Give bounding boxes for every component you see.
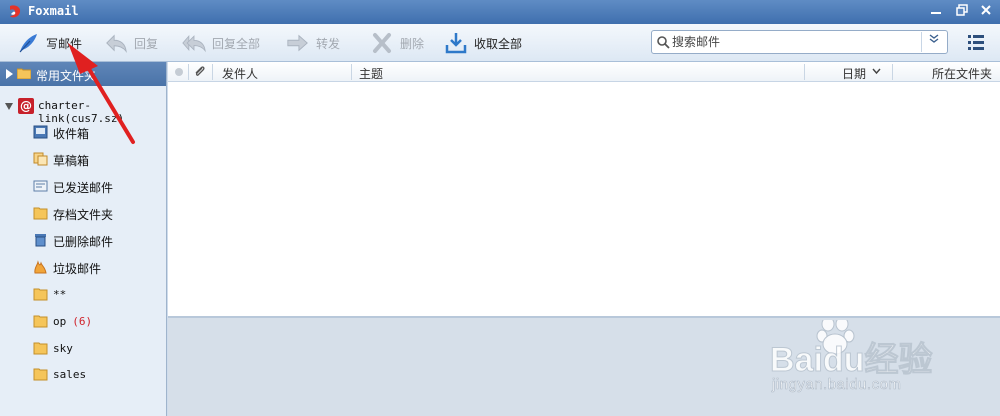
delete-x-icon — [370, 31, 394, 55]
sidebar-item-label: 存档文件夹 — [53, 208, 114, 222]
column-divider — [212, 64, 213, 80]
watermark-brand: Baidu经验 — [769, 341, 933, 380]
close-button[interactable] — [976, 3, 996, 21]
sidebar-item-label: 收件箱 — [53, 127, 90, 141]
folder-icon — [33, 368, 48, 381]
reply-all-button[interactable]: 回复全部 — [182, 28, 260, 58]
inbox-icon — [33, 125, 48, 139]
sent-icon — [33, 180, 48, 192]
drafts-icon — [33, 152, 48, 166]
folder-column-header[interactable]: 所在文件夹 — [932, 65, 992, 82]
archive-folder-icon — [33, 207, 48, 220]
date-column-header[interactable]: 日期 — [842, 65, 866, 82]
sidebar-item-folder[interactable]: ** — [0, 284, 166, 304]
mail-list[interactable] — [168, 82, 1000, 316]
delete-button[interactable]: 删除 — [370, 28, 424, 58]
attachment-paperclip-icon[interactable] — [194, 65, 206, 79]
sidebar-item-drafts[interactable]: 草稿箱 — [0, 149, 166, 169]
search-options-dropdown[interactable] — [921, 32, 945, 52]
sidebar-item-trash[interactable]: 已删除邮件 — [0, 230, 166, 250]
compose-button[interactable]: 写邮件 — [16, 28, 82, 58]
forward-button[interactable]: 转发 — [286, 28, 340, 58]
watermark-url: jingyan.baidu.com — [772, 376, 902, 394]
unread-count: (6) — [72, 315, 93, 328]
chevron-double-down-icon — [929, 34, 938, 43]
sidebar-item-label: sales — [53, 368, 87, 381]
window-title: Foxmail — [28, 4, 79, 18]
common-folders-header[interactable]: 常用文件夹 — [0, 62, 166, 86]
forward-arrow-icon — [286, 31, 310, 55]
common-folders-label: 常用文件夹 — [36, 69, 97, 83]
reply-all-label: 回复全部 — [212, 36, 261, 51]
folder-icon — [33, 288, 48, 301]
sidebar-item-label: sky — [53, 342, 73, 355]
search-input[interactable] — [672, 33, 917, 51]
search-icon — [657, 36, 670, 49]
folder-icon — [33, 315, 48, 328]
title-bar: Foxmail — [0, 0, 1000, 24]
sidebar-item-label: 垃圾邮件 — [53, 262, 102, 276]
toolbar: 写邮件 回复 回复全部 转发 删除 收取全部 — [0, 24, 1000, 62]
sidebar-item-label: 草稿箱 — [53, 154, 90, 168]
forward-label: 转发 — [316, 36, 341, 51]
reply-button[interactable]: 回复 — [104, 28, 158, 58]
sidebar-item-label: op (6) — [53, 315, 92, 328]
expand-triangle-icon — [6, 69, 13, 79]
reply-arrow-icon — [104, 31, 128, 55]
folder-sidebar: 常用文件夹 @ charter-link(cus7.sz) 收件箱 草稿箱 已发… — [0, 62, 167, 416]
folder-name: op — [53, 315, 67, 328]
sidebar-item-junk[interactable]: 垃圾邮件 — [0, 257, 166, 277]
foxmail-logo-icon — [10, 5, 21, 18]
column-divider — [804, 64, 805, 80]
read-status-dot-icon[interactable] — [174, 67, 184, 77]
sender-column-header[interactable]: 发件人 — [222, 65, 258, 82]
receive-all-button[interactable]: 收取全部 — [444, 28, 522, 58]
column-divider — [892, 64, 893, 80]
junk-icon — [34, 260, 47, 274]
compose-label: 写邮件 — [46, 36, 83, 51]
account-at-icon: @ — [18, 98, 34, 114]
sidebar-item-sales[interactable]: sales — [0, 364, 166, 384]
sidebar-item-label: 已删除邮件 — [53, 235, 114, 249]
sidebar-item-inbox[interactable]: 收件箱 — [0, 122, 166, 142]
delete-label: 删除 — [400, 36, 425, 51]
minimize-button[interactable] — [926, 3, 946, 21]
maximize-button[interactable] — [952, 3, 972, 21]
column-divider — [351, 64, 352, 80]
receive-all-label: 收取全部 — [474, 36, 523, 51]
download-tray-icon — [444, 31, 468, 55]
menu-list-icon — [968, 35, 984, 50]
sidebar-item-label: 已发送邮件 — [53, 181, 114, 195]
main-menu-button[interactable] — [966, 33, 986, 51]
minimize-icon — [931, 12, 941, 14]
restore-icon — [956, 4, 968, 16]
sort-chevron-down-icon[interactable] — [872, 68, 881, 75]
sidebar-item-label: ** — [53, 288, 67, 301]
search-box[interactable] — [651, 30, 948, 54]
sidebar-item-sent[interactable]: 已发送邮件 — [0, 176, 166, 196]
folder-icon — [33, 342, 48, 355]
reply-label: 回复 — [134, 36, 159, 51]
reply-all-arrow-icon — [182, 31, 206, 55]
collapse-triangle-icon — [5, 103, 13, 110]
column-divider — [188, 64, 189, 80]
trash-icon — [35, 234, 46, 247]
folder-icon — [17, 68, 31, 79]
baidu-watermark: Baidu经验 jingyan.baidu.com — [769, 316, 990, 400]
subject-column-header[interactable]: 主题 — [359, 65, 383, 82]
feather-pen-icon — [16, 31, 40, 55]
close-icon — [981, 5, 991, 15]
account-row[interactable]: @ charter-link(cus7.sz) — [0, 96, 166, 125]
sidebar-item-archive[interactable]: 存档文件夹 — [0, 203, 166, 223]
sidebar-item-op[interactable]: op (6) — [0, 311, 166, 331]
mail-list-header: 发件人 主题 日期 所在文件夹 — [168, 62, 1000, 82]
sidebar-item-sky[interactable]: sky — [0, 338, 166, 358]
